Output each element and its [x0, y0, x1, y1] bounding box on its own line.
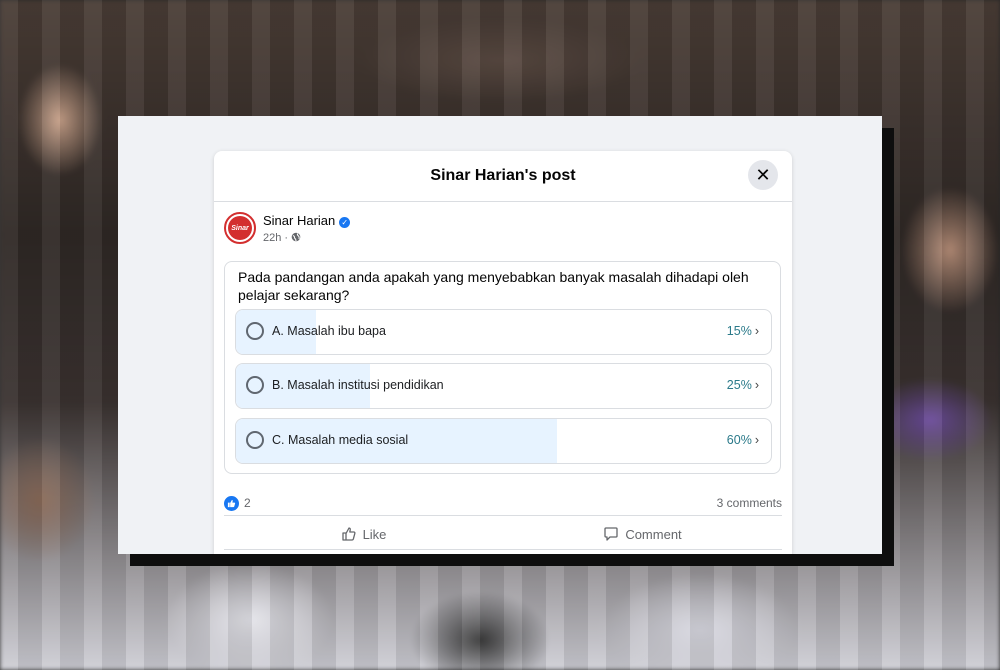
- reactions[interactable]: 2: [224, 494, 251, 512]
- dialog-title: Sinar Harian's post: [430, 167, 576, 184]
- globe-icon: [291, 232, 301, 242]
- like-label: Like: [362, 526, 387, 542]
- author-label: Sinar Harian: [263, 213, 336, 228]
- divider: [224, 515, 782, 516]
- like-reaction-icon: [224, 495, 239, 511]
- like-count: 2: [244, 496, 251, 510]
- poll-option-percent[interactable]: 25% ›: [727, 378, 759, 392]
- post-dialog: Sinar Harian's post ✕ Sinar Sinar Harian…: [214, 151, 792, 554]
- poll-option-percent[interactable]: 60% ›: [727, 433, 759, 447]
- close-icon: ✕: [755, 164, 771, 185]
- radio-icon[interactable]: [246, 322, 264, 340]
- percent-value: 15%: [726, 324, 752, 338]
- post-actions: Like Comment: [224, 517, 782, 551]
- chevron-right-icon: ›: [754, 378, 759, 392]
- radio-icon[interactable]: [246, 431, 264, 449]
- thumbs-up-icon: [341, 527, 356, 541]
- post-header: Sinar Sinar Harian ✓ 22h ·: [214, 202, 792, 260]
- poll: Pada pandangan anda apakah yang menyebab…: [224, 261, 781, 474]
- author-name[interactable]: Sinar Harian ✓: [263, 213, 351, 228]
- divider: [224, 549, 782, 550]
- poll-option-c[interactable]: C. Masalah media sosial 60% ›: [235, 418, 772, 464]
- dialog-header: Sinar Harian's post ✕: [214, 151, 792, 202]
- comments-count[interactable]: 3 comments: [717, 496, 782, 510]
- comment-button[interactable]: Comment: [503, 517, 782, 551]
- poll-option-percent[interactable]: 15% ›: [727, 324, 759, 338]
- post-time[interactable]: 22h ·: [263, 232, 291, 244]
- screenshot-panel: Sinar Harian's post ✕ Sinar Sinar Harian…: [118, 116, 882, 554]
- poll-option-label: C. Masalah media sosial: [272, 433, 409, 447]
- percent-value: 60%: [726, 433, 752, 447]
- chevron-right-icon: ›: [754, 324, 759, 338]
- poll-option-a[interactable]: A. Masalah ibu bapa 15% ›: [235, 309, 772, 355]
- percent-value: 25%: [726, 378, 752, 392]
- poll-option-label: A. Masalah ibu bapa: [272, 324, 386, 338]
- logo-icon: Sinar: [228, 216, 252, 240]
- verified-badge-icon: ✓: [339, 217, 351, 228]
- comment-label: Comment: [625, 526, 682, 542]
- poll-option-b[interactable]: B. Masalah institusi pendidikan 25% ›: [235, 363, 772, 409]
- close-button[interactable]: ✕: [748, 160, 778, 190]
- chevron-right-icon: ›: [754, 433, 759, 447]
- comment-icon: [604, 527, 618, 541]
- avatar[interactable]: Sinar: [224, 212, 256, 244]
- poll-question: Pada pandangan anda apakah yang menyebab…: [238, 269, 749, 303]
- post-meta: 22h ·: [263, 232, 301, 244]
- like-button[interactable]: Like: [224, 517, 503, 551]
- radio-icon[interactable]: [246, 376, 264, 394]
- poll-option-label: B. Masalah institusi pendidikan: [272, 378, 444, 392]
